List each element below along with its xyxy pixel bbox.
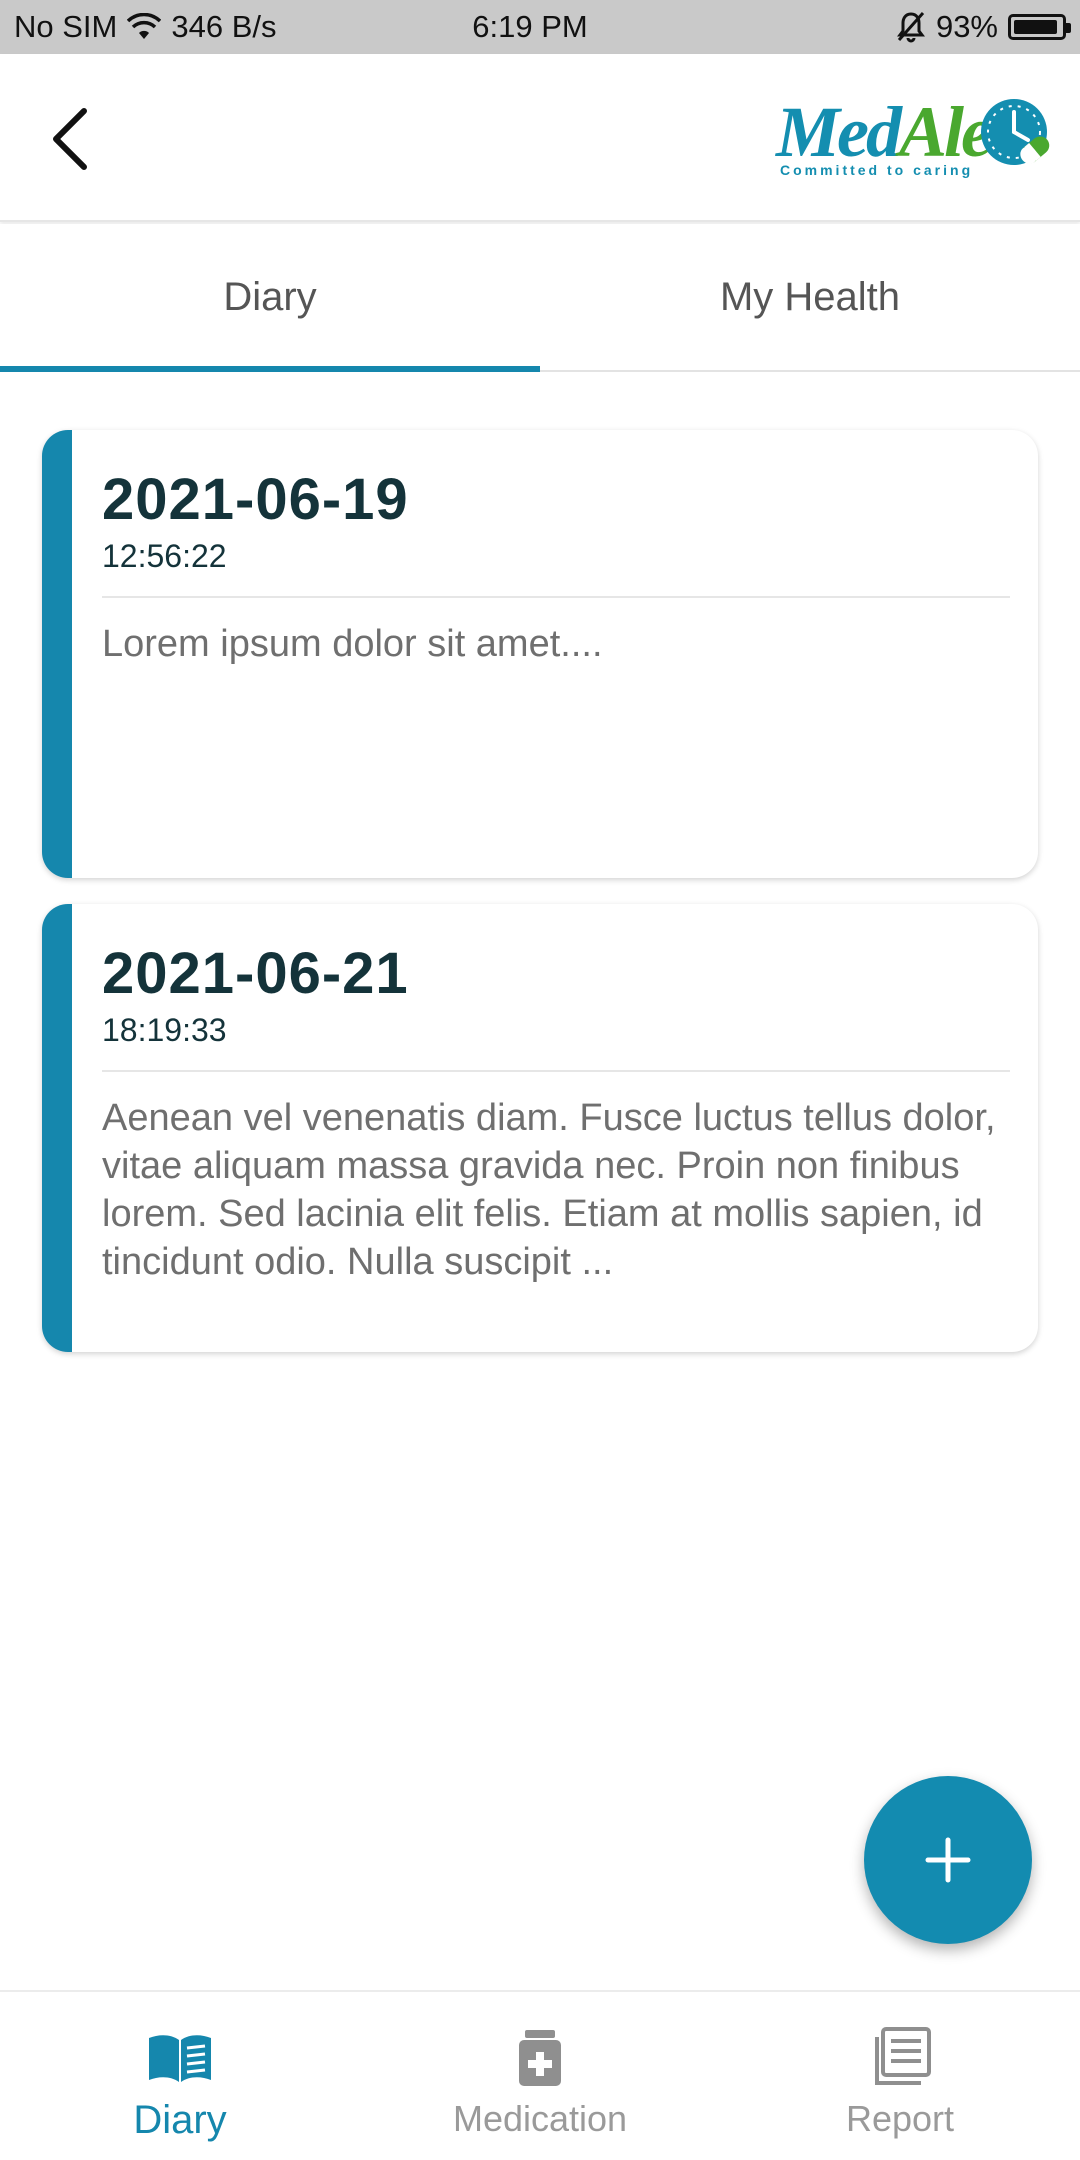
tab-diary[interactable]: Diary xyxy=(0,224,540,372)
entry-divider xyxy=(102,1070,1010,1072)
tab-my-health[interactable]: My Health xyxy=(540,224,1080,370)
diary-entry-list: 2021-06-19 12:56:22 Lorem ipsum dolor si… xyxy=(42,430,1038,1378)
book-icon xyxy=(145,2024,215,2092)
diary-entry-card[interactable]: 2021-06-19 12:56:22 Lorem ipsum dolor si… xyxy=(42,430,1038,878)
entry-divider xyxy=(102,596,1010,598)
carrier-label: No SIM xyxy=(14,9,118,44)
entry-time: 18:19:33 xyxy=(102,1012,227,1048)
tab-bar: Diary My Health xyxy=(0,224,1080,372)
nav-report[interactable]: Report xyxy=(720,1992,1080,2160)
status-right: 93% xyxy=(826,9,1071,45)
battery-percent: 93% xyxy=(935,9,998,44)
entry-time: 12:56:22 xyxy=(102,538,227,574)
nav-diary-label: Diary xyxy=(133,2098,227,2142)
entry-date: 2021-06-21 xyxy=(102,941,409,1006)
medicine-bottle-icon xyxy=(517,2024,563,2092)
add-entry-button[interactable] xyxy=(864,1776,1032,1944)
plus-icon xyxy=(925,1837,971,1883)
medalert-logo: MedAlert Committed to caring xyxy=(776,92,1056,182)
battery-icon xyxy=(1008,14,1071,40)
back-button[interactable] xyxy=(40,104,100,174)
wifi-icon xyxy=(127,13,162,41)
status-time: 6:19 PM xyxy=(472,9,588,44)
entry-text: Lorem ipsum dolor sit amet.... xyxy=(102,623,603,665)
battery-fill xyxy=(1014,20,1057,34)
back-arrow-icon xyxy=(53,108,87,170)
nav-diary[interactable]: Diary xyxy=(0,1992,360,2160)
logo-tagline: Committed to caring xyxy=(780,162,974,178)
nav-medication[interactable]: Medication xyxy=(360,1992,720,2160)
logo-text-med: Med xyxy=(776,92,902,172)
bottom-nav: Diary Medication Report xyxy=(0,1990,1080,2160)
clock-pill-icon xyxy=(981,99,1050,165)
diary-entry-card[interactable]: 2021-06-21 18:19:33 Aenean vel venenatis… xyxy=(42,904,1038,1352)
app-header: MedAlert Committed to caring xyxy=(0,54,1080,222)
entry-date: 2021-06-19 xyxy=(102,467,409,532)
nav-medication-label: Medication xyxy=(452,2098,628,2139)
report-icon xyxy=(869,2024,931,2092)
bell-off-icon xyxy=(896,11,926,43)
status-bar: No SIM 346 B/s 6:19 PM 93% xyxy=(0,0,1080,54)
nav-report-label: Report xyxy=(845,2098,955,2139)
entry-text: Aenean vel venenatis diam. Fusce luctus … xyxy=(102,1097,996,1283)
